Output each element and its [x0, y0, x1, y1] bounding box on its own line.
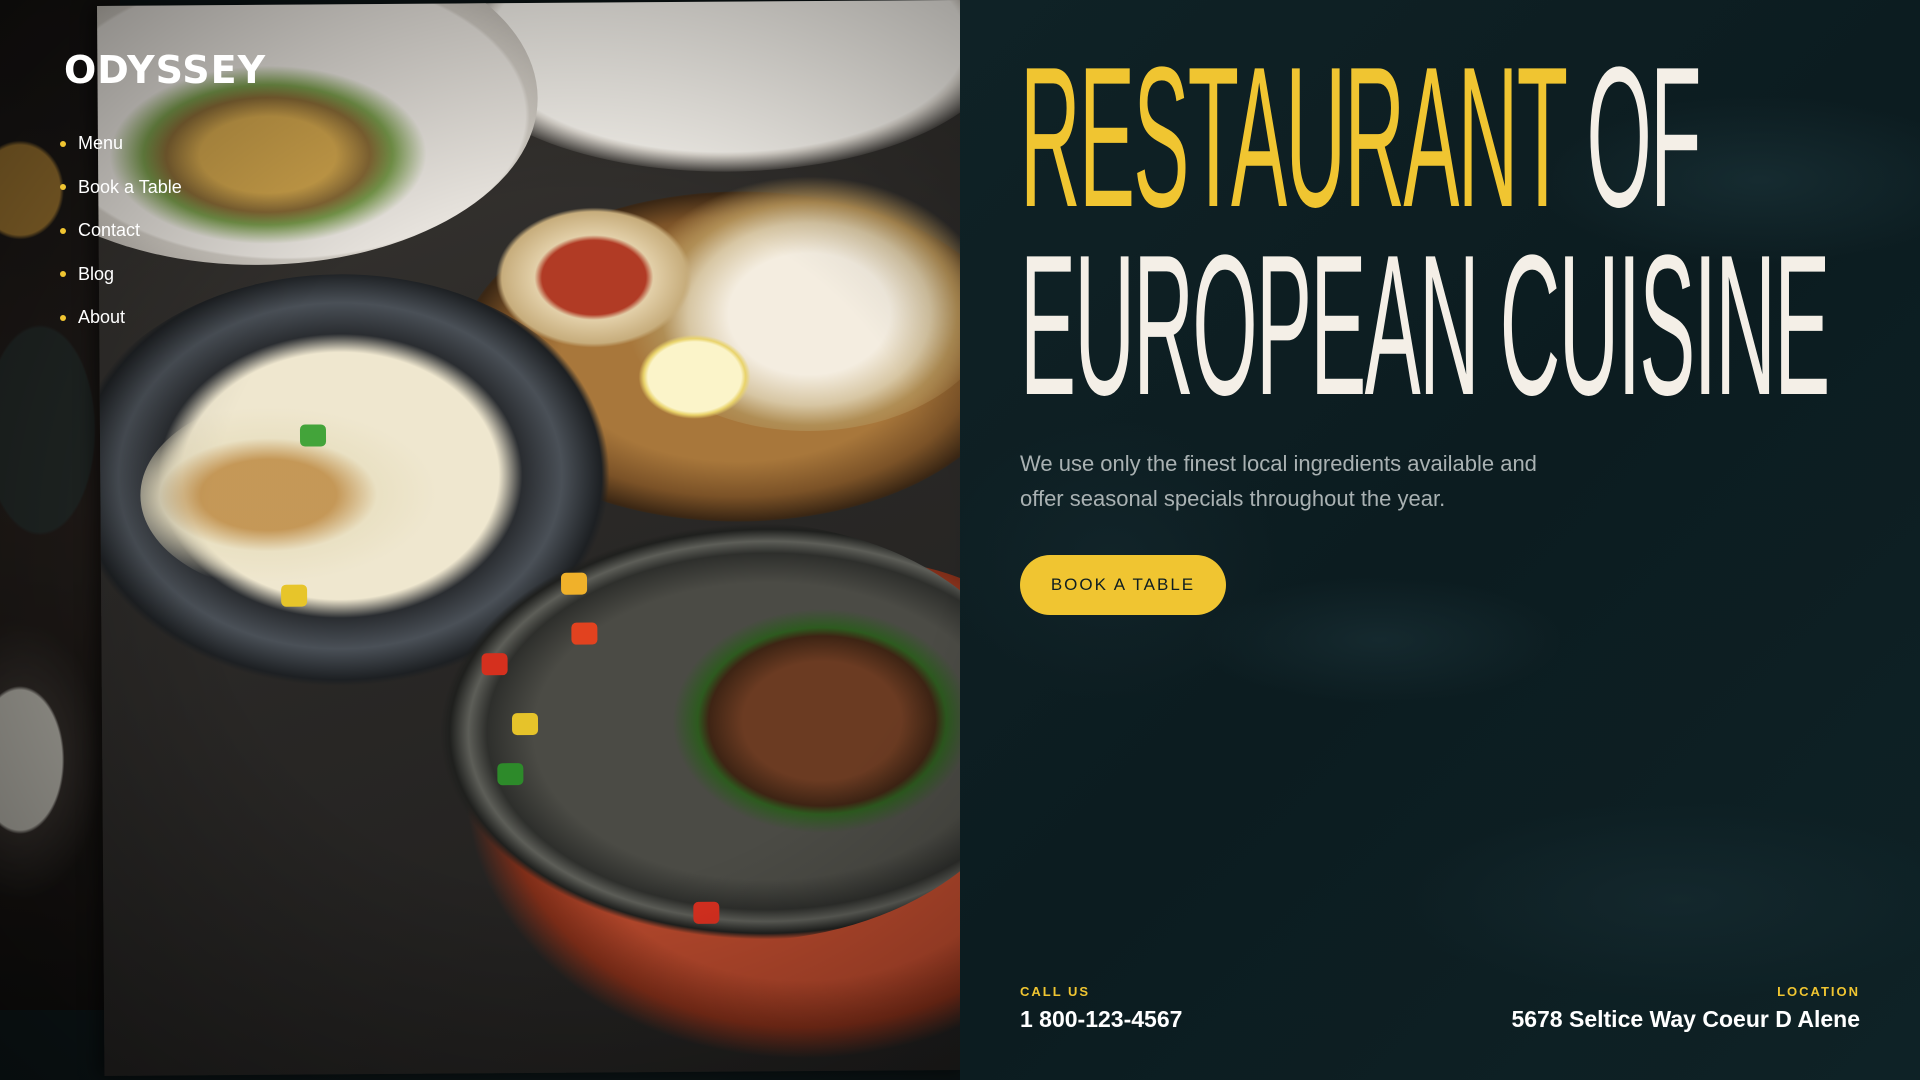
nav-item-label: Contact [78, 220, 141, 241]
food-photo-front-layer [97, 0, 960, 1076]
bullet-icon [60, 184, 66, 191]
nav-item-label: Blog [78, 263, 115, 284]
pepper-piece [560, 572, 588, 595]
nav-item-label: Menu [78, 133, 124, 154]
nav-item-book-a-table[interactable]: Book a Table [60, 166, 182, 210]
nav-item-menu[interactable]: Menu [60, 122, 182, 166]
nav-item-label: Book a Table [78, 176, 182, 197]
lemon-wedge [634, 331, 755, 423]
hero-description: We use only the finest local ingredients… [1020, 451, 1537, 511]
call-us-label: CALL US [1020, 984, 1091, 999]
book-a-table-button[interactable]: BOOK A TABLE [1020, 555, 1226, 615]
address: 5678 Seltice Way Coeur D Alene [1511, 1006, 1860, 1032]
pepper-piece [511, 712, 539, 736]
phone-number[interactable]: 1 800-123-4567 [1020, 1006, 1182, 1033]
main-nav: Menu Book a Table Contact Blog About [60, 122, 182, 340]
bullet-icon [60, 271, 66, 278]
pepper-piece [571, 622, 598, 645]
headline-line-1: RESTAURANT OF [1020, 38, 1829, 238]
pepper-piece [481, 653, 508, 676]
bullet-icon [60, 314, 66, 321]
pepper-piece [299, 424, 327, 447]
pepper-piece [497, 763, 524, 786]
nav-item-about[interactable]: About [60, 296, 182, 340]
hero-headline: RESTAURANT OF EUROPEAN CUISINE [1020, 38, 1830, 437]
pepper-piece [693, 901, 720, 924]
nav-item-contact[interactable]: Contact [60, 209, 182, 253]
brand-logo[interactable]: ODYSSEY [64, 48, 266, 92]
location-label: LOCATION [1777, 984, 1860, 999]
nav-item-label: About [78, 307, 126, 328]
headline-line-2: EUROPEAN CUISINE [1020, 214, 1830, 437]
bullet-icon [60, 227, 66, 234]
bullet-icon [60, 140, 66, 147]
pepper-piece [281, 584, 308, 607]
nav-item-blog[interactable]: Blog [60, 253, 182, 297]
